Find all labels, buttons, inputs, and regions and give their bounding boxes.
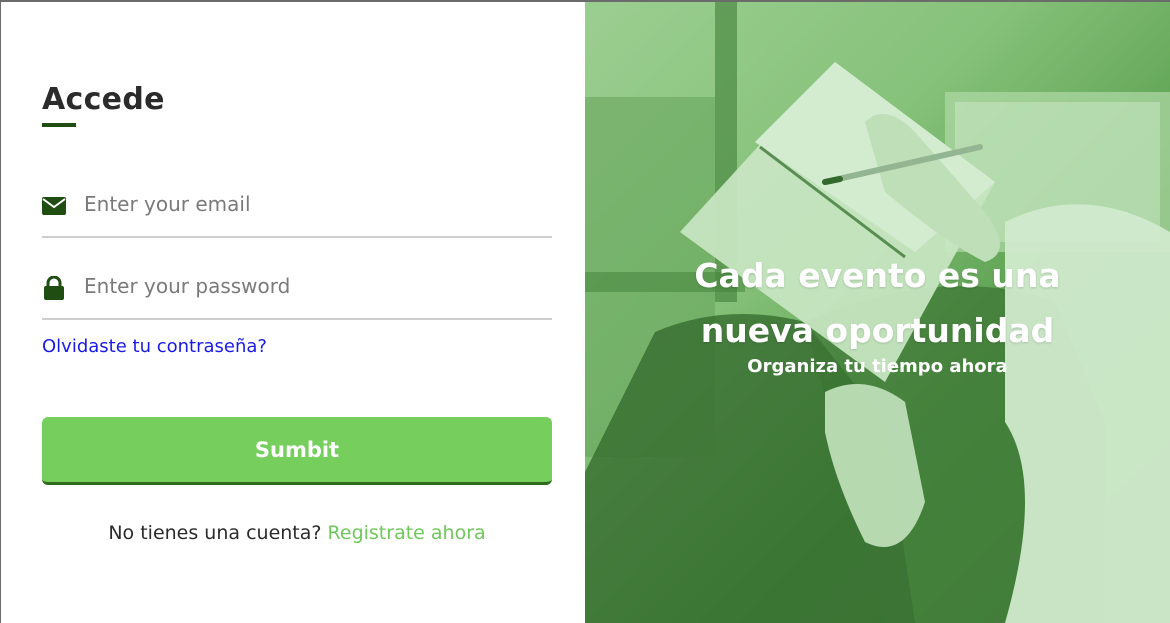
password-input[interactable]	[84, 266, 544, 306]
hero-image-panel: Cada evento es una nueva oportunidad Org…	[585, 2, 1170, 623]
lock-icon	[42, 276, 66, 300]
password-field	[42, 260, 552, 320]
forgot-password-link[interactable]: Olvidaste tu contraseña?	[42, 336, 267, 357]
email-field	[42, 178, 552, 238]
hero-subtitle: Organiza tu tiempo ahora	[747, 356, 1008, 377]
login-panel: Accede Olvidaste tu contraseña? Sumbit N…	[1, 2, 585, 623]
submit-button[interactable]: Sumbit	[42, 417, 552, 485]
email-input[interactable]	[84, 184, 544, 224]
login-title: Accede	[42, 82, 165, 117]
hero-title: Cada evento es una nueva oportunidad	[694, 256, 1061, 350]
signup-prompt: No tienes una cuenta?	[108, 522, 322, 544]
envelope-icon	[42, 194, 66, 218]
signup-row: No tienes una cuenta? Registrate ahora	[42, 522, 552, 544]
signup-link[interactable]: Registrate ahora	[328, 522, 486, 544]
title-underline	[42, 123, 76, 127]
